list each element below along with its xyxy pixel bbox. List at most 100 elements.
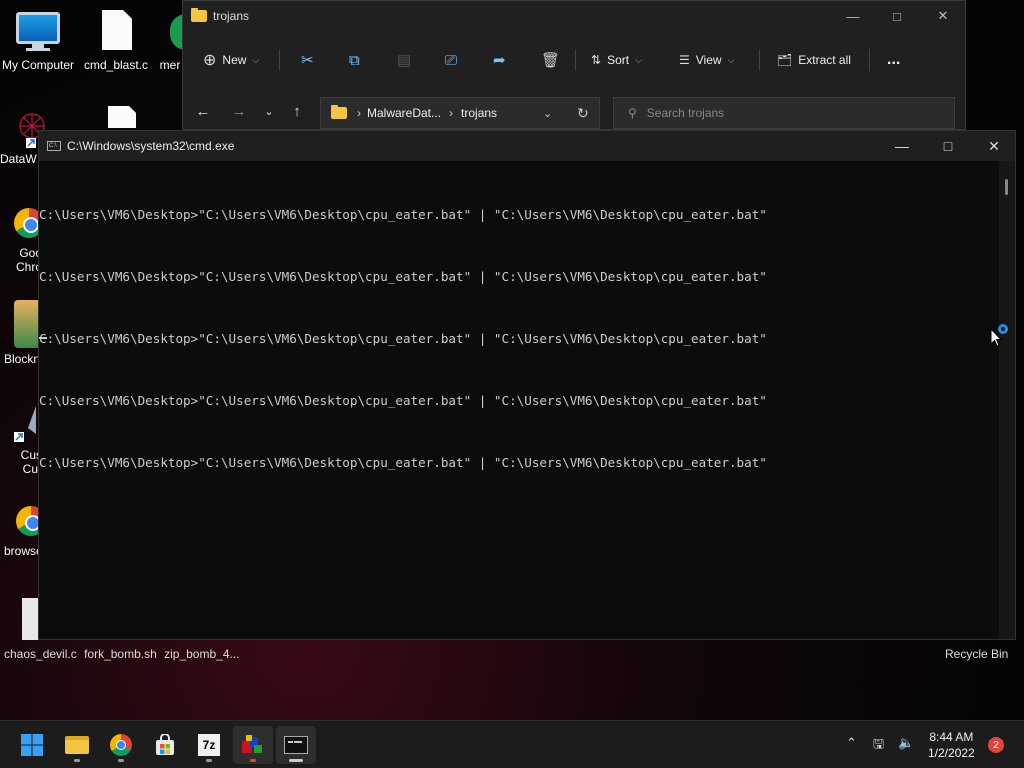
notification-badge[interactable]: 2: [988, 737, 1004, 753]
rename-button[interactable]: ⎚: [445, 47, 457, 73]
divider: [279, 49, 280, 71]
delete-button[interactable]: 🗑: [541, 47, 560, 73]
new-button[interactable]: ⊕ New ⌵: [203, 47, 259, 73]
view-button[interactable]: ☰ View ⌵: [679, 47, 734, 73]
show-hidden-icons-button[interactable]: ⌃: [846, 735, 857, 751]
7zip-taskbar-button[interactable]: 7z: [189, 726, 229, 764]
desktop-icon-label: cmd_blast.c: [83, 58, 149, 72]
chrome-icon: [8, 206, 44, 246]
desktop-icon-label: mer: [159, 58, 181, 72]
console-output[interactable]: C:\Users\VM6\Desktop>"C:\Users\VM6\Deskt…: [39, 177, 999, 517]
trash-icon: 🗑: [541, 52, 561, 69]
terminal-taskbar-button[interactable]: [276, 726, 316, 764]
cmd-title-text: C:\Windows\system32\cmd.exe: [67, 139, 235, 153]
share-button[interactable]: ➦: [493, 47, 506, 73]
volume-icon[interactable]: 🔈: [898, 735, 914, 751]
folder-icon: [65, 736, 89, 754]
divider: [759, 49, 760, 71]
desktop-file-partial[interactable]: [22, 598, 38, 640]
clock[interactable]: 8:44 AM 1/2/2022: [928, 729, 975, 761]
up-button[interactable]: ↑: [287, 103, 307, 120]
refresh-icon[interactable]: ↻: [577, 105, 589, 122]
clock-date: 1/2/2022: [928, 746, 975, 760]
desktop-icon-blockn[interactable]: Blockn: [4, 300, 44, 366]
address-bar[interactable]: › MalwareDat... › trojans ⌄ ↻: [320, 97, 600, 129]
sort-label: Sort: [607, 53, 630, 67]
maximize-button[interactable]: □: [925, 131, 971, 161]
taskbar: 7z ⌃ 🖫 🔈 8:44 AM 1/2/2022 2: [0, 720, 1024, 768]
scissors-icon: ✂: [301, 52, 314, 69]
console-line: C:\Users\VM6\Desktop>"C:\Users\VM6\Deskt…: [39, 455, 767, 470]
desktop-file-labels: chaos_devil.c fork_bomb.sh zip_bomb_4...: [4, 647, 244, 661]
store-taskbar-button[interactable]: [145, 726, 185, 764]
close-button[interactable]: ✕: [971, 131, 1017, 161]
cut-button[interactable]: ✂: [301, 47, 314, 73]
search-icon: ⚲: [628, 106, 637, 120]
network-icon[interactable]: 🖫: [873, 735, 884, 757]
desktop-icon-dataw[interactable]: DataW: [0, 108, 45, 166]
desktop-icon-my-computer[interactable]: My Computer: [0, 10, 76, 72]
sort-button[interactable]: ⇅ Sort ⌵: [591, 47, 642, 73]
desktop-icon-chrome[interactable]: Goo Chro: [8, 206, 44, 274]
start-button[interactable]: [12, 726, 52, 764]
more-options-button[interactable]: ...: [887, 47, 900, 73]
console-line: C:\Users\VM6\Desktop>"C:\Users\VM6\Deskt…: [39, 207, 767, 222]
scrollbar[interactable]: [999, 161, 1015, 639]
7zip-icon: 7z: [198, 734, 220, 756]
desktop-icon-label: Goo Chro: [15, 246, 42, 274]
7zip-label: 7z: [202, 738, 216, 752]
desktop-file-label[interactable]: zip_bomb_4...: [164, 647, 239, 661]
monitor-icon: [16, 10, 60, 54]
cmd-title-bar[interactable]: C:\ C:\Windows\system32\cmd.exe — □ ✕: [39, 131, 1015, 161]
desktop-file-label[interactable]: fork_bomb.sh: [84, 647, 157, 661]
recent-locations-button[interactable]: ⌄: [259, 105, 279, 118]
sort-icon: ⇅: [591, 53, 602, 67]
clock-time: 8:44 AM: [929, 730, 974, 744]
plus-icon: ⊕: [203, 52, 217, 69]
explorer-title-text: trojans: [213, 9, 250, 23]
text-cursor: [39, 337, 47, 339]
scroll-thumb[interactable]: [1005, 179, 1008, 195]
desktop-icon-doc2[interactable]: [98, 106, 138, 132]
desktop-icon-label: My Computer: [1, 58, 75, 72]
desktop-icon-label: Blockn: [4, 352, 41, 366]
recycle-bin-label[interactable]: Recycle Bin: [945, 647, 1008, 661]
explorer-toolbar: ⊕ New ⌵ ✂ ⧉ ▤ ⎚ ➦ 🗑 ⇅ Sort ⌵ ☰ View ⌵ 🗂 …: [183, 41, 965, 77]
desktop-icon-browse[interactable]: browse: [4, 500, 46, 558]
close-button[interactable]: ✕: [923, 5, 963, 27]
cmd-icon: C:\: [47, 141, 61, 151]
paste-button[interactable]: ▤: [397, 47, 411, 73]
divider: [575, 49, 576, 71]
minimize-button[interactable]: —: [879, 131, 925, 161]
search-input[interactable]: ⚲ Search trojans: [613, 97, 955, 129]
file-icon: [100, 106, 136, 128]
chevron-down-icon: ⌵: [252, 54, 260, 65]
back-button[interactable]: ←: [193, 103, 213, 120]
minimize-button[interactable]: —: [833, 5, 873, 27]
new-button-label: New: [222, 53, 247, 67]
breadcrumb-separator-icon: ›: [449, 106, 454, 120]
app-icon: [242, 735, 262, 753]
folder-icon: [331, 105, 347, 119]
chevron-down-icon[interactable]: ⌄: [543, 107, 552, 120]
console-line: C:\Users\VM6\Desktop>"C:\Users\VM6\Deskt…: [39, 393, 767, 408]
chevron-down-icon: ⌵: [727, 54, 735, 65]
breadcrumb-item[interactable]: trojans: [461, 106, 497, 120]
breadcrumb-separator-icon: ›: [357, 106, 361, 120]
desktop-icon-cmd-blast[interactable]: cmd_blast.c: [78, 10, 154, 72]
breadcrumb-item[interactable]: MalwareDat...: [367, 106, 441, 120]
forward-button[interactable]: →: [229, 103, 249, 120]
desktop-file-label[interactable]: chaos_devil.c: [4, 647, 77, 661]
console-line: C:\Users\VM6\Desktop>"C:\Users\VM6\Deskt…: [39, 331, 767, 346]
chrome-taskbar-button[interactable]: [101, 726, 141, 764]
copy-button[interactable]: ⧉: [349, 47, 360, 73]
maximize-button[interactable]: □: [877, 5, 917, 27]
app-taskbar-button[interactable]: [233, 726, 273, 764]
cmd-window[interactable]: C:\ C:\Windows\system32\cmd.exe — □ ✕ C:…: [38, 130, 1016, 640]
copy-icon: ⧉: [349, 51, 360, 69]
file-explorer-window[interactable]: trojans — □ ✕ ⊕ New ⌵ ✂ ⧉ ▤ ⎚ ➦ 🗑 ⇅ Sort…: [182, 0, 966, 130]
file-explorer-taskbar-button[interactable]: [57, 726, 97, 764]
paste-icon: ▤: [397, 52, 412, 69]
extract-all-button[interactable]: 🗂 Extract all: [777, 47, 851, 73]
view-label: View: [695, 53, 722, 67]
